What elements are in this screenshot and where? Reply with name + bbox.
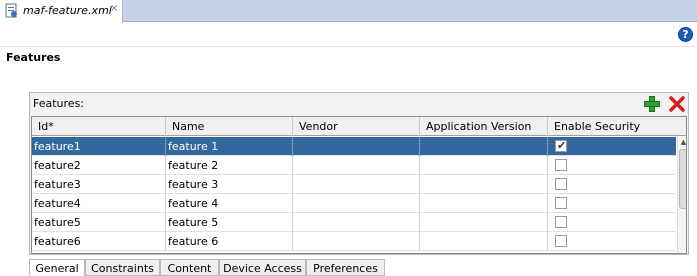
table-cell-enable-security (548, 175, 676, 194)
table-row[interactable]: feature1 feature 1 ✔ (32, 137, 676, 156)
table-cell-app-version[interactable] (420, 156, 548, 175)
enable-security-checkbox[interactable]: ✔ (555, 139, 567, 152)
table-cell-id[interactable]: feature6 (32, 232, 166, 251)
table-header: Id* Name Vendor Application Version Enab… (32, 117, 686, 136)
editor-tab-strip: maf-feature.xml × (0, 0, 697, 23)
tab-general[interactable]: General (29, 259, 85, 276)
table-cell-app-version[interactable] (420, 137, 548, 156)
tab-constraints[interactable]: Constraints (85, 259, 160, 276)
table-cell-name[interactable]: feature 4 (166, 194, 293, 213)
enable-security-checkbox[interactable] (555, 197, 567, 209)
table-cell-name[interactable]: feature 6 (166, 232, 293, 251)
table-cell-id[interactable]: feature1 (32, 137, 166, 156)
editor-tab-maf-feature[interactable]: maf-feature.xml × (0, 0, 123, 23)
add-icon[interactable] (643, 95, 661, 113)
delete-icon[interactable] (668, 95, 686, 113)
table-cell-name[interactable]: feature 3 (166, 175, 293, 194)
column-header-enable-security[interactable]: Enable Security (548, 117, 686, 136)
table-cell-vendor[interactable] (293, 213, 420, 232)
table-cell-name[interactable]: feature 5 (166, 213, 293, 232)
xml-file-icon (5, 3, 17, 18)
enable-security-checkbox[interactable] (555, 178, 567, 190)
header-divider (0, 46, 697, 47)
table-cell-app-version[interactable] (420, 194, 548, 213)
table-cell-id[interactable]: feature3 (32, 175, 166, 194)
column-header-application-version[interactable]: Application Version (420, 117, 548, 136)
enable-security-checkbox[interactable] (555, 235, 567, 247)
table-row[interactable]: feature6 feature 6 (32, 232, 676, 251)
table-cell-id[interactable]: feature5 (32, 213, 166, 232)
table-cell-enable-security (548, 213, 676, 232)
column-header-name[interactable]: Name (166, 117, 293, 136)
table-cell-vendor[interactable] (293, 137, 420, 156)
table-cell-app-version[interactable] (420, 213, 548, 232)
scroll-up-icon[interactable]: ▲ (679, 138, 686, 147)
tab-content[interactable]: Content (160, 259, 219, 276)
table-cell-id[interactable]: feature4 (32, 194, 166, 213)
table-row[interactable]: feature4 feature 4 (32, 194, 676, 213)
features-panel: Features: Id* Name Vendor Application Ve… (29, 92, 689, 255)
table-row[interactable]: feature3 feature 3 (32, 175, 676, 194)
enable-security-checkbox[interactable] (555, 159, 567, 171)
page-title: Features (6, 51, 61, 64)
table-cell-enable-security (548, 156, 676, 175)
scrollbar-thumb[interactable] (679, 149, 686, 209)
table-cell-app-version[interactable] (420, 232, 548, 251)
table-cell-vendor[interactable] (293, 232, 420, 251)
vertical-scrollbar[interactable]: ▲ (677, 137, 686, 253)
tab-preferences[interactable]: Preferences (306, 259, 385, 276)
checkmark-icon: ✔ (557, 139, 567, 152)
table-row[interactable]: feature2 feature 2 (32, 156, 676, 175)
table-cell-enable-security (548, 232, 676, 251)
column-header-id[interactable]: Id* (32, 117, 166, 136)
column-header-vendor[interactable]: Vendor (293, 117, 420, 136)
enable-security-checkbox[interactable] (555, 216, 567, 228)
table-cell-name[interactable]: feature 1 (166, 137, 293, 156)
table-cell-vendor[interactable] (293, 194, 420, 213)
table-cell-enable-security (548, 194, 676, 213)
table-cell-name[interactable]: feature 2 (166, 156, 293, 175)
table-row[interactable]: feature5 feature 5 (32, 213, 676, 232)
tab-device-access[interactable]: Device Access (219, 259, 306, 276)
table-cell-app-version[interactable] (420, 175, 548, 194)
table-cell-id[interactable]: feature2 (32, 156, 166, 175)
table-cell-vendor[interactable] (293, 156, 420, 175)
features-table: Id* Name Vendor Application Version Enab… (31, 116, 687, 254)
features-panel-label: Features: (33, 97, 85, 110)
help-icon[interactable]: ? (678, 27, 693, 42)
editor-tab-label: maf-feature.xml (23, 4, 112, 17)
table-cell-vendor[interactable] (293, 175, 420, 194)
table-cell-enable-security: ✔ (548, 137, 676, 156)
close-tab-icon[interactable]: × (110, 3, 118, 14)
